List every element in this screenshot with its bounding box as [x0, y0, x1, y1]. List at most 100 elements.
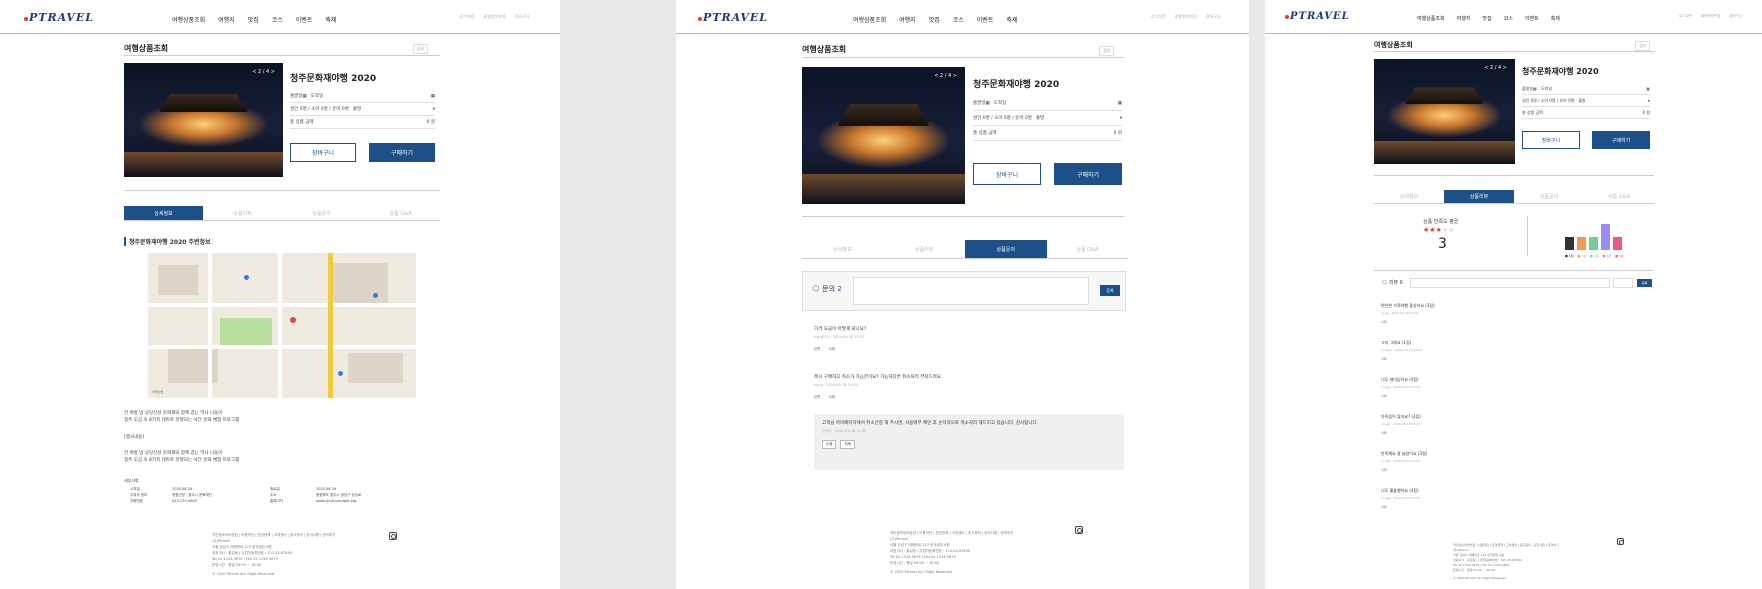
member-link[interactable]: 회원정보변경	[1175, 14, 1197, 20]
nav-item[interactable]: 여행상품조회	[1417, 15, 1445, 22]
nav-item[interactable]: 여행지	[899, 15, 916, 24]
delete-button[interactable]: 삭제	[828, 395, 834, 400]
nav-item[interactable]: 축제	[325, 15, 336, 24]
site-logo[interactable]: PTRAVEL	[698, 11, 768, 24]
instagram-icon[interactable]	[1075, 526, 1083, 534]
edit-button[interactable]: 수정	[822, 440, 837, 449]
date-row[interactable]: 출발일 ▦ 도착일 ▦	[290, 90, 435, 103]
legend-item: 3점	[1590, 254, 1599, 258]
delete-button[interactable]: 삭제	[1381, 505, 1420, 509]
tab-review[interactable]: 상품리뷰	[1444, 190, 1514, 204]
share-button[interactable]: 공유	[413, 44, 429, 54]
nav-item[interactable]: 축제	[1551, 15, 1560, 22]
tab-detail[interactable]: 상세정보	[802, 240, 884, 259]
nav-item[interactable]: 축제	[1006, 15, 1017, 24]
cart-button[interactable]: 장바구니	[1522, 131, 1580, 149]
util-links: 로그아웃 회원정보변경 장바구니	[1151, 14, 1221, 20]
image-counter[interactable]: < 2 / 4 >	[934, 73, 957, 79]
product-photo[interactable]: < 2 / 4 >	[124, 63, 283, 177]
cart-link[interactable]: 장바구니	[1729, 14, 1742, 19]
image-counter[interactable]: < 2 / 4 >	[1484, 65, 1507, 71]
delete-button[interactable]: 삭제	[1381, 357, 1422, 361]
nav-item[interactable]: 코스	[1504, 15, 1513, 22]
tab-inquiry[interactable]: 상품문의	[965, 240, 1047, 259]
nav-item[interactable]: 여행지	[218, 15, 235, 24]
nav-item[interactable]: 이벤트	[296, 15, 313, 24]
product-photo[interactable]: < 2 / 4 >	[1374, 59, 1515, 164]
register-button[interactable]: 등록	[1100, 285, 1120, 296]
nav-item[interactable]: 여행상품조회	[172, 15, 205, 24]
tab-qna[interactable]: 상품 Q&A	[1584, 190, 1654, 204]
footer-links[interactable]: 개인정보처리방침 | 이용약관 | 운영정책 | 고객센터 | 광고문의 | 공…	[890, 530, 1013, 536]
nav-item[interactable]: 맛집	[1482, 15, 1491, 22]
instagram-icon[interactable]	[1617, 538, 1625, 546]
site-logo[interactable]: PTRAVEL	[1285, 11, 1350, 22]
nav-item[interactable]: 코스	[953, 15, 964, 24]
member-link[interactable]: 회원정보변경	[1701, 14, 1720, 19]
nav-item[interactable]: 여행지	[1457, 15, 1471, 22]
location-pin-icon[interactable]	[290, 317, 296, 323]
panel-review: PTRAVEL 여행상품조회 여행지 맛집 코스 이벤트 축제 로그아웃 회원정…	[1265, 0, 1762, 589]
nav-item[interactable]: 여행상품조회	[853, 15, 886, 24]
share-button[interactable]: 공유	[1635, 41, 1651, 51]
logout-link[interactable]: 로그아웃	[460, 14, 475, 20]
buy-button[interactable]: 구매하기	[369, 143, 435, 162]
buy-button[interactable]: 구매하기	[1054, 163, 1122, 185]
product-tabs: 상세정보 상품리뷰 상품문의 상품 Q&A	[124, 206, 440, 221]
tab-inquiry[interactable]: 상품문의	[1514, 190, 1584, 204]
map-poi-icon	[338, 371, 343, 376]
product-photo[interactable]: < 2 / 4 >	[802, 67, 965, 204]
delete-button[interactable]: 삭제	[1381, 320, 1435, 324]
delete-button[interactable]: 삭제	[1381, 431, 1421, 435]
share-button[interactable]: 공유	[1099, 46, 1115, 56]
delete-button[interactable]: 삭제	[1381, 468, 1427, 472]
logout-link[interactable]: 로그아웃	[1151, 14, 1166, 20]
map-road	[278, 253, 282, 398]
people-select[interactable]: 성인 0명 / 소아 0명 / 유아 0명 출발 ▾	[290, 103, 435, 116]
date-row[interactable]: 출발일 ▦ 도착일 ▦	[1522, 83, 1650, 95]
nav-item[interactable]: 이벤트	[1525, 15, 1539, 22]
buy-button[interactable]: 구매하기	[1592, 131, 1650, 149]
people-select[interactable]: 성인 0명 / 소아 0명 / 유아 0명 출발 ▾	[973, 111, 1122, 126]
tab-qna[interactable]: 상품 Q&A	[361, 206, 440, 221]
register-button[interactable]: 등록	[1637, 279, 1652, 287]
delete-button[interactable]: 삭제	[828, 347, 834, 352]
review-input[interactable]	[1410, 278, 1610, 288]
calendar-icon: ▦	[1117, 100, 1122, 106]
score-label: 상품 만족도 평균	[1423, 219, 1459, 225]
cart-button[interactable]: 장바구니	[290, 143, 356, 162]
nav-item[interactable]: 맛집	[929, 15, 940, 24]
reply-button[interactable]: 답변	[814, 347, 820, 352]
nav-item[interactable]: 이벤트	[977, 15, 994, 24]
tab-detail[interactable]: 상세정보	[124, 206, 203, 221]
instagram-icon[interactable]	[389, 532, 397, 540]
site-logo[interactable]: PTRAVEL	[24, 11, 94, 24]
nav-item[interactable]: 맛집	[248, 15, 259, 24]
nav-item[interactable]: 코스	[272, 15, 283, 24]
tab-review[interactable]: 상품리뷰	[203, 206, 282, 221]
inquiry-input[interactable]	[853, 277, 1089, 305]
area-map[interactable]: 카카오맵	[148, 253, 416, 398]
legend-item: 4점	[1603, 254, 1611, 258]
tab-review[interactable]: 상품리뷰	[883, 240, 965, 259]
footer-links[interactable]: 개인정보처리방침 | 이용약관 | 운영정책 | 고객센터 | 광고문의 | 공…	[212, 532, 335, 538]
delete-button[interactable]: 삭제	[840, 440, 855, 449]
people-select[interactable]: 성인 0명 / 소아 0명 / 유아 0명 출발 ▾	[1522, 95, 1650, 107]
calendar-icon: ▦	[1646, 86, 1650, 91]
image-counter[interactable]: < 2 / 4 >	[252, 69, 275, 75]
logout-link[interactable]: 로그아웃	[1679, 14, 1692, 19]
delete-button[interactable]: 삭제	[1381, 394, 1420, 398]
member-link[interactable]: 회원정보변경	[484, 14, 506, 20]
photo-reflection	[1374, 140, 1515, 164]
reply-button[interactable]: 답변	[814, 395, 820, 400]
cart-link[interactable]: 장바구니	[515, 14, 530, 20]
inquiry-answer: 고객님 마이페이지에서 취소신청 해 주시면, 사용여부 확인 후 순차적으로 …	[814, 414, 1124, 470]
cart-button[interactable]: 장바구니	[973, 163, 1041, 185]
date-row[interactable]: 출발일 ▦ 도착일 ▦	[973, 96, 1122, 111]
score-select[interactable]	[1613, 278, 1633, 288]
tab-detail[interactable]: 상세정보	[1374, 190, 1444, 204]
tab-inquiry[interactable]: 상품문의	[282, 206, 361, 221]
legend-item: 2점	[1578, 254, 1586, 258]
tab-qna[interactable]: 상품 Q&A	[1046, 240, 1128, 259]
cart-link[interactable]: 장바구니	[1206, 14, 1221, 20]
